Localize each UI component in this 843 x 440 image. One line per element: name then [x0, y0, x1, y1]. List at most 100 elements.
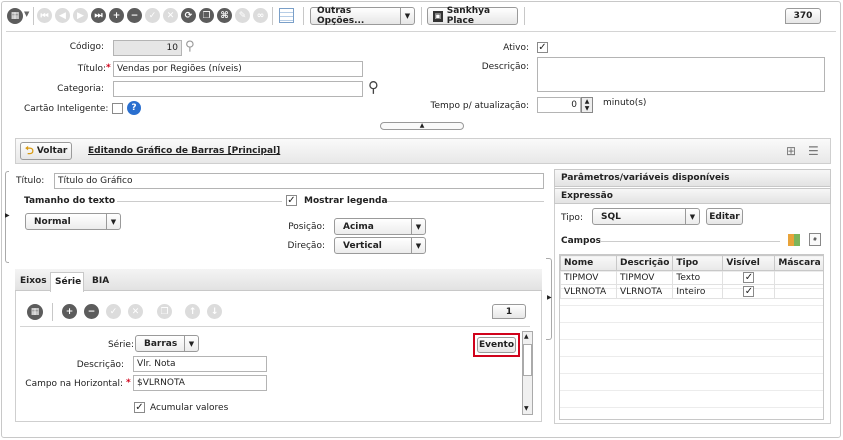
serie-select[interactable]: Barras ▼: [135, 335, 199, 352]
cartao-checkbox[interactable]: [112, 103, 123, 114]
codigo-value: 10: [166, 43, 178, 53]
scroll-thumb[interactable]: [523, 344, 532, 376]
titulo-value: Vendas por Regiões (níveis): [117, 64, 242, 74]
tamanho-select[interactable]: Normal ▼: [25, 213, 121, 230]
col-tipo[interactable]: Tipo: [672, 255, 724, 271]
link-icon[interactable]: ∞: [253, 8, 268, 23]
mostrar-legenda-checkbox[interactable]: ✓: [286, 195, 297, 206]
mostrar-legenda-label: Mostrar legenda: [304, 196, 388, 206]
tempo-field[interactable]: 0: [537, 97, 581, 113]
voltar-button[interactable]: ⮌ Voltar: [20, 142, 72, 160]
cell-visivel[interactable]: ✓: [722, 284, 776, 299]
format-icon[interactable]: #: [809, 233, 821, 246]
chart-icon[interactable]: [788, 234, 800, 246]
direcao-value: Vertical: [343, 240, 382, 251]
serie-descricao-value: Vlr. Nota: [137, 359, 176, 369]
tab-eixos[interactable]: Eixos: [20, 276, 47, 286]
codigo-field[interactable]: 10: [113, 40, 182, 56]
next-record-icon[interactable]: ▶: [73, 8, 88, 23]
col-descricao[interactable]: Descrição: [615, 255, 674, 271]
visivel-checkbox[interactable]: ✓: [743, 286, 755, 297]
chevron-down-icon: ▼: [685, 209, 699, 224]
save-icon[interactable]: ✓: [106, 304, 121, 319]
cell-nome: TIPMOV: [560, 270, 617, 285]
acumular-checkbox[interactable]: ✓: [134, 402, 145, 413]
posicao-select[interactable]: Acima ▼: [334, 218, 426, 235]
col-visivel[interactable]: Visível: [722, 255, 776, 271]
evento-label: Evento: [478, 340, 514, 350]
grid-view-icon[interactable]: [279, 8, 294, 23]
tipo-select[interactable]: SQL ▼: [592, 208, 700, 225]
edit-icon[interactable]: ✎: [235, 8, 250, 23]
cell-tipo: Inteiro: [672, 284, 724, 299]
previous-record-icon[interactable]: ◀: [55, 8, 70, 23]
add-icon[interactable]: +: [62, 304, 77, 319]
editing-title: Editando Gráfico de Barras [Principal]: [88, 146, 281, 156]
visivel-checkbox[interactable]: ✓: [743, 272, 755, 283]
table-row[interactable]: VLRNOTA VLRNOTA Inteiro ✓: [560, 284, 823, 299]
descricao-textarea[interactable]: [537, 57, 825, 92]
grafico-titulo-value: Título do Gráfico: [58, 176, 133, 186]
tab-serie[interactable]: Série: [55, 277, 81, 287]
move-down-icon[interactable]: ↓: [207, 304, 222, 319]
expressao-header: Expressão: [554, 188, 831, 204]
cancel-icon[interactable]: ✕: [163, 8, 178, 23]
save-icon[interactable]: ✓: [145, 8, 160, 23]
first-record-icon[interactable]: ⏮: [37, 8, 52, 23]
tempo-spinner[interactable]: ▲ ▼: [581, 97, 593, 113]
chevron-down-icon: ▼: [411, 219, 425, 234]
scroll-up-icon[interactable]: ▲: [524, 333, 529, 340]
tab-bia[interactable]: BIA: [92, 276, 109, 286]
outras-opcoes-button[interactable]: Outras Opções... ▼: [310, 6, 415, 26]
copy-icon[interactable]: ❐: [157, 304, 172, 319]
params-header: Parâmetros/variáveis disponíveis: [554, 169, 831, 187]
tipo-label: Tipo:: [561, 213, 583, 223]
editar-button[interactable]: Editar: [706, 208, 743, 225]
campos-table: Nome Descrição Tipo Visível Máscara TIPM…: [560, 255, 823, 299]
list-view-icon[interactable]: ☰: [808, 144, 819, 158]
titulo-label: Título:: [77, 64, 106, 74]
cell-tipo: Texto: [672, 270, 724, 285]
col-nome[interactable]: Nome: [560, 255, 617, 271]
help-icon[interactable]: ?: [127, 101, 141, 115]
tree-view-icon[interactable]: ⊞: [786, 144, 796, 158]
add-icon[interactable]: +: [109, 8, 124, 23]
cell-mascara: [774, 284, 823, 299]
expand-left-icon[interactable]: ▶: [5, 212, 10, 219]
grid-menu-icon[interactable]: ▦: [27, 304, 43, 320]
required-marker: *: [106, 63, 111, 73]
serie-descricao-field[interactable]: Vlr. Nota: [133, 356, 267, 372]
chevron-down-icon[interactable]: ▼: [24, 10, 29, 18]
refresh-icon[interactable]: ⟳: [181, 8, 196, 23]
remove-icon[interactable]: −: [84, 304, 99, 319]
chevron-down-icon: ▼: [106, 214, 120, 229]
grafico-titulo-field[interactable]: Título do Gráfico: [54, 173, 544, 189]
expand-right-icon[interactable]: ▶: [547, 294, 552, 301]
categoria-field[interactable]: [113, 81, 363, 97]
last-record-icon[interactable]: ⏭: [91, 8, 106, 23]
titulo-field[interactable]: Vendas por Regiões (níveis): [113, 61, 363, 77]
serie-value: Barras: [144, 338, 178, 349]
editar-label: Editar: [709, 211, 740, 222]
collapse-handle[interactable]: ▲: [380, 122, 464, 130]
ativo-checkbox[interactable]: ✓: [537, 42, 548, 53]
campo-horizontal-field[interactable]: $VLRNOTA: [133, 375, 267, 391]
cancel-icon[interactable]: ✕: [128, 304, 143, 319]
scroll-down-icon[interactable]: ▼: [524, 405, 529, 412]
attach-icon[interactable]: ⌘: [217, 8, 232, 23]
evento-button[interactable]: Evento: [477, 337, 516, 353]
search-icon[interactable]: ⚲: [368, 78, 379, 96]
search-icon[interactable]: ⚲: [185, 39, 195, 54]
col-mascara[interactable]: Máscara: [774, 255, 823, 271]
grid-menu-icon[interactable]: ▦: [7, 8, 23, 24]
sankhya-place-label: Sankhya Place: [446, 6, 491, 26]
posicao-value: Acima: [343, 221, 374, 232]
table-row[interactable]: TIPMOV TIPMOV Texto ✓: [560, 270, 823, 285]
sankhya-place-button[interactable]: ▣ Sankhya Place: [427, 6, 518, 26]
move-up-icon[interactable]: ↑: [185, 304, 200, 319]
posicao-label: Posição:: [288, 222, 325, 232]
copy-icon[interactable]: ❐: [199, 8, 214, 23]
cell-visivel[interactable]: ✓: [722, 270, 776, 285]
direcao-select[interactable]: Vertical ▼: [334, 237, 426, 254]
remove-icon[interactable]: −: [127, 8, 142, 23]
